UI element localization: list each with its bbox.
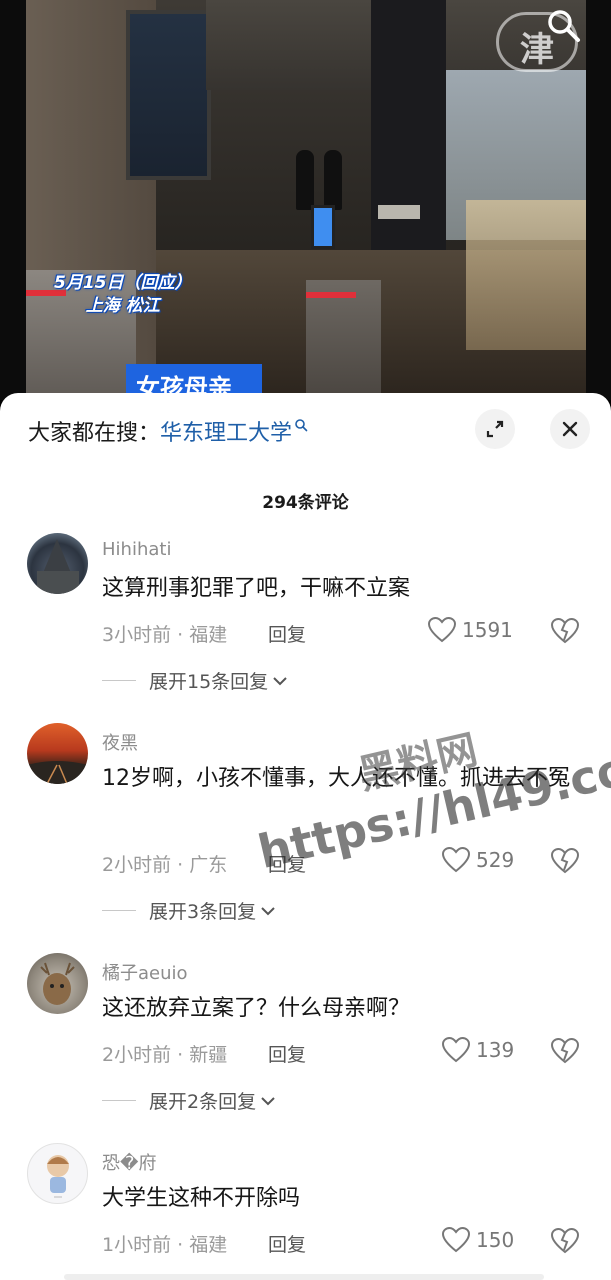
broken-heart-icon <box>550 1227 580 1254</box>
video-caption-location: 上海 松江 <box>85 296 160 316</box>
comment-count-title: 294条评论 <box>262 493 349 513</box>
expand-button[interactable] <box>475 409 515 449</box>
expand-replies-button[interactable]: 展开2条回复 <box>102 1087 276 1114</box>
avatar-image <box>27 761 88 784</box>
avatar[interactable] <box>27 533 88 594</box>
video-scene-light <box>466 200 586 350</box>
comment-username[interactable]: Hihihati <box>102 539 171 560</box>
avatar[interactable] <box>27 723 88 784</box>
reply-button[interactable]: 回复 <box>268 1230 306 1257</box>
comment-username[interactable]: 夜黑 <box>102 729 138 755</box>
comment-sheet: 大家都在搜：华东理工大学 294条评论 Hihihati 这算刑事犯罪了吧，干嘛… <box>0 393 611 1280</box>
hot-search-keyword[interactable]: 华东理工大学 <box>160 421 292 446</box>
heart-icon <box>428 617 456 643</box>
expand-replies-label: 展开2条回复 <box>149 1091 257 1113</box>
divider <box>102 1100 136 1101</box>
like-count: 139 <box>476 1038 515 1062</box>
expand-replies-label: 展开15条回复 <box>149 671 269 693</box>
comment-meta: 1小时前 · 福建 <box>102 1234 228 1256</box>
like-count: 529 <box>476 848 515 872</box>
video-scene-gate-light <box>306 292 356 298</box>
search-icon[interactable] <box>544 6 584 46</box>
hot-search-label: 大家都在搜： <box>28 421 161 446</box>
comment-text: 这还放弃立案了？什么母亲啊？ <box>102 996 411 1021</box>
video-scene-window <box>126 10 211 180</box>
dislike-button[interactable] <box>550 617 580 648</box>
broken-heart-icon <box>550 1037 580 1064</box>
expand-icon <box>486 420 504 438</box>
heart-icon <box>442 1227 470 1253</box>
video-caption-date: 5月15日（回应） <box>54 273 192 293</box>
expand-replies-button[interactable]: 展开15条回复 <box>102 667 288 694</box>
avatar[interactable] <box>27 953 88 1014</box>
like-button[interactable]: 1591 <box>428 617 513 643</box>
video-scene-person <box>296 150 314 210</box>
divider <box>102 910 136 911</box>
video-caption: 5月15日（回应） 上海 松江 <box>54 272 192 318</box>
heart-icon <box>442 847 470 873</box>
close-button[interactable] <box>550 409 590 449</box>
video-scene-screen <box>311 205 335 249</box>
chevron-down-icon <box>261 1096 275 1105</box>
dislike-button[interactable] <box>550 1037 580 1068</box>
avatar-image <box>40 962 75 1005</box>
like-count: 1591 <box>462 618 513 642</box>
avatar-image <box>47 1155 69 1198</box>
divider <box>102 680 136 681</box>
video-scene-sign <box>378 205 420 219</box>
dislike-button[interactable] <box>550 847 580 878</box>
hot-search-bar[interactable]: 大家都在搜：华东理工大学 <box>28 415 308 447</box>
comment-text: 12岁啊，小孩不懂事，大人还不懂。抓进去不冤 <box>102 766 570 791</box>
reply-button[interactable]: 回复 <box>268 620 306 647</box>
bottom-handle <box>64 1274 544 1280</box>
heart-icon <box>442 1037 470 1063</box>
reply-button[interactable]: 回复 <box>268 1040 306 1067</box>
reply-button[interactable]: 回复 <box>268 850 306 877</box>
like-button[interactable]: 529 <box>442 847 514 873</box>
expand-replies-button[interactable]: 展开3条回复 <box>102 897 276 924</box>
comment-meta: 2小时前 · 新疆 <box>102 1044 228 1066</box>
broken-heart-icon <box>550 617 580 644</box>
chevron-down-icon <box>273 676 287 685</box>
video-frame[interactable]: 5月15日（回应） 上海 松江 女孩母亲 津 <box>26 0 586 400</box>
comment-meta: 3小时前 · 福建 <box>102 624 228 646</box>
video-scene-person <box>324 150 342 210</box>
video-scene-gate <box>306 280 381 400</box>
comment-username[interactable]: 橘子aeuio <box>102 959 188 985</box>
broken-heart-icon <box>550 847 580 874</box>
chevron-down-icon <box>261 906 275 915</box>
dislike-button[interactable] <box>550 1227 580 1258</box>
video-player[interactable]: 5月15日（回应） 上海 松江 女孩母亲 津 <box>0 0 611 400</box>
close-icon <box>562 421 578 437</box>
comment-username[interactable]: 恐�府 <box>102 1149 156 1175</box>
like-count: 150 <box>476 1228 515 1252</box>
avatar-image <box>37 539 79 594</box>
like-button[interactable]: 150 <box>442 1227 514 1253</box>
comment-text: 这算刑事犯罪了吧，干嘛不立案 <box>102 576 411 601</box>
avatar[interactable] <box>27 1143 88 1204</box>
comment-text: 大学生这种不开除吗 <box>102 1186 301 1211</box>
comment-meta: 2小时前 · 广东 <box>102 854 228 876</box>
expand-replies-label: 展开3条回复 <box>149 901 257 923</box>
like-button[interactable]: 139 <box>442 1037 514 1063</box>
mini-search-icon <box>295 419 308 432</box>
